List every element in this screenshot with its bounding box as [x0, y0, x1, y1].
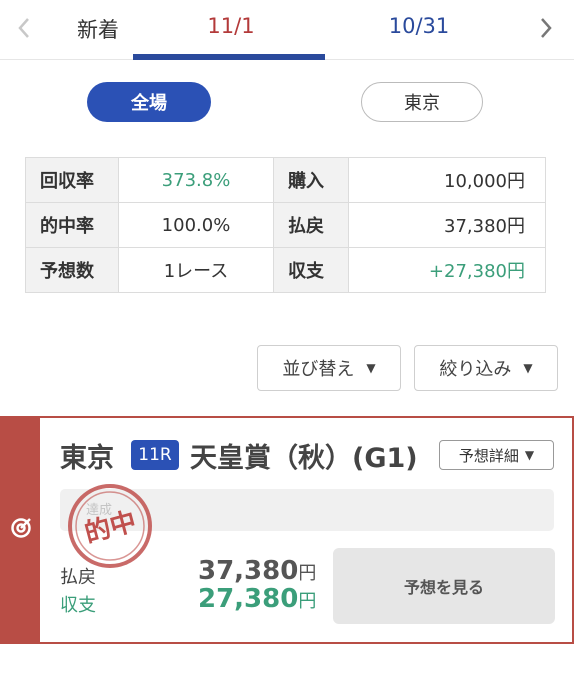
balance-value: 27,380円: [198, 584, 316, 614]
race-number-badge: 11R: [131, 440, 179, 470]
table-row: 回収率 373.8% 購入 10,000円: [25, 157, 546, 203]
race-card[interactable]: 東京 11R 天皇賞（秋）(G1) 予想詳細 ▼ 達成 的中 払戻 37,380…: [0, 416, 574, 644]
yen-unit: 円: [298, 591, 317, 612]
view-prediction-button[interactable]: 予想を見る: [333, 548, 555, 624]
sort-label: 並び替え: [282, 359, 355, 380]
dropdown-arrow-icon: ▼: [524, 448, 535, 462]
payout-label: 払戻: [60, 567, 96, 588]
tab-new[interactable]: 新着: [58, 14, 138, 44]
sort-button[interactable]: 並び替え ▼: [257, 345, 401, 391]
venue-tokyo-button[interactable]: 東京: [361, 82, 483, 122]
tab-date-current[interactable]: 11/1: [138, 14, 324, 38]
balance-amount: 27,380: [198, 584, 299, 614]
stat-value: +27,380円: [348, 247, 546, 293]
venue-all-button[interactable]: 全場: [87, 82, 211, 122]
stat-label: 収支: [273, 247, 349, 293]
yen-unit: 円: [298, 563, 317, 584]
stat-label: 払戻: [273, 202, 349, 248]
chevron-left-icon[interactable]: [4, 0, 44, 56]
stat-value: 1レース: [118, 247, 274, 293]
prediction-detail-select[interactable]: 予想詳細 ▼: [439, 440, 554, 470]
chevron-right-icon[interactable]: [526, 0, 566, 56]
stat-label: 購入: [273, 157, 349, 203]
balance-label: 収支: [60, 595, 96, 616]
filter-label: 絞り込み: [439, 359, 512, 380]
stat-label: 回収率: [25, 157, 119, 203]
race-name: 天皇賞（秋）(G1): [190, 443, 418, 474]
date-nav: 新着 11/1 10/31: [0, 0, 574, 60]
stat-value: 100.0%: [118, 202, 274, 248]
hit-stamp: 的中: [68, 484, 152, 568]
stat-label: 予想数: [25, 247, 119, 293]
target-icon: [10, 517, 32, 543]
filter-button[interactable]: 絞り込み ▼: [414, 345, 558, 391]
payout-value: 37,380円: [198, 556, 316, 586]
table-row: 予想数 1レース 収支 +27,380円: [25, 247, 546, 293]
stat-label: 的中率: [25, 202, 119, 248]
stat-value: 373.8%: [118, 157, 274, 203]
race-venue: 東京: [60, 443, 114, 474]
dropdown-arrow-icon: ▼: [366, 361, 376, 375]
card-side-bar: [2, 418, 40, 642]
active-tab-indicator: [133, 54, 325, 60]
dropdown-arrow-icon: ▼: [523, 361, 533, 375]
stats-table: 回収率 373.8% 購入 10,000円 的中率 100.0% 払戻 37,3…: [25, 157, 546, 293]
stat-value: 37,380円: [348, 202, 546, 248]
prediction-detail-label: 予想詳細: [458, 446, 519, 465]
tab-date-previous[interactable]: 10/31: [344, 14, 494, 38]
table-row: 的中率 100.0% 払戻 37,380円: [25, 202, 546, 248]
hit-stamp-text: 的中: [81, 506, 139, 549]
stat-value: 10,000円: [348, 157, 546, 203]
payout-amount: 37,380: [198, 556, 299, 586]
